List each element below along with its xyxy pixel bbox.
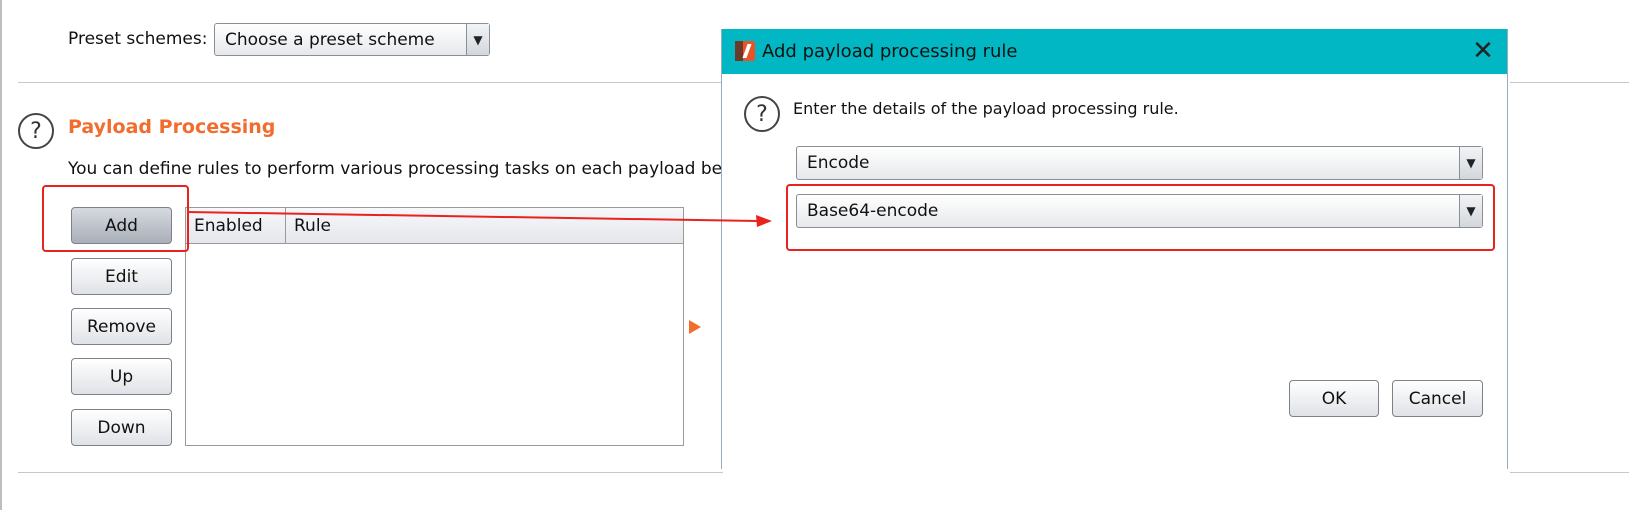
chevron-down-icon: ▼ <box>1459 147 1482 179</box>
column-header-enabled[interactable]: Enabled <box>186 208 286 243</box>
close-icon[interactable]: ✕ <box>1471 38 1495 64</box>
burp-suite-icon <box>735 41 755 61</box>
cancel-button[interactable]: Cancel <box>1392 380 1483 417</box>
ok-button[interactable]: OK <box>1289 380 1379 417</box>
bottom-divider-right <box>1510 472 1629 473</box>
help-circle-icon[interactable]: ? <box>744 96 780 132</box>
dialog-titlebar[interactable]: Add payload processing rule ✕ <box>722 29 1507 74</box>
rule-type-select[interactable]: Encode ▼ <box>796 146 1483 180</box>
down-button[interactable]: Down <box>71 409 172 446</box>
up-button[interactable]: Up <box>71 358 172 395</box>
column-header-rule[interactable]: Rule <box>286 208 683 243</box>
dialog-title: Add payload processing rule <box>762 41 1018 62</box>
section-divider <box>18 82 723 83</box>
chevron-down-icon: ▼ <box>466 24 489 55</box>
preset-scheme-value: Choose a preset scheme <box>225 29 435 50</box>
help-circle-icon[interactable]: ? <box>18 113 54 149</box>
annotation-box-add <box>42 185 189 252</box>
payload-processing-title: Payload Processing <box>68 116 276 138</box>
processing-rules-table[interactable]: Enabled Rule <box>185 207 684 446</box>
preset-scheme-select[interactable]: Choose a preset scheme ▼ <box>214 23 490 56</box>
payload-processing-description: You can define rules to perform various … <box>68 159 773 179</box>
edit-button[interactable]: Edit <box>71 258 172 295</box>
rule-type-value: Encode <box>807 153 870 173</box>
table-header: Enabled Rule <box>186 208 683 244</box>
annotation-box-encoding <box>786 184 1495 251</box>
bottom-divider <box>18 472 723 473</box>
section-divider-right <box>1510 82 1629 83</box>
remove-button[interactable]: Remove <box>71 308 172 345</box>
triangle-right-icon[interactable] <box>689 320 701 334</box>
preset-schemes-label: Preset schemes: <box>68 29 208 49</box>
dialog-instruction: Enter the details of the payload process… <box>793 99 1179 118</box>
